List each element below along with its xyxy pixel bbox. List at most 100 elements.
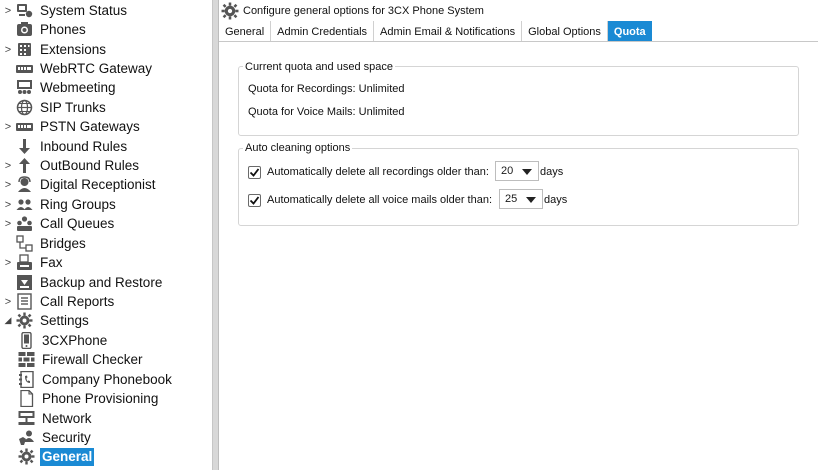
expand-arrow-icon[interactable]: > (2, 214, 14, 233)
tree-item-system-status[interactable]: > System Status (0, 1, 129, 20)
tree-item-network[interactable]: Network (16, 409, 94, 428)
checkmark-icon (249, 168, 260, 177)
backup-icon (14, 273, 34, 292)
tab-bar: General Admin Credentials Admin Email & … (219, 20, 818, 42)
tree-item-phone-provisioning[interactable]: Phone Provisioning (16, 389, 160, 408)
expand-arrow-icon[interactable]: > (2, 175, 14, 194)
delete-voicemails-checkbox[interactable] (248, 194, 261, 207)
tree-item-extensions[interactable]: > Extensions (0, 40, 108, 59)
fax-icon (14, 253, 34, 272)
tab-general[interactable]: General (219, 21, 272, 42)
tree-item-call-reports[interactable]: > Call Reports (0, 292, 116, 311)
tree-item-settings[interactable]: ◢ Settings (0, 311, 91, 330)
tree-item-digital-receptionist[interactable]: > Digital Receptionist (0, 175, 158, 194)
tree-item-firewall-checker[interactable]: Firewall Checker (16, 350, 145, 369)
voicemails-days-select[interactable]: 25 (499, 189, 543, 209)
tree-item-label: Backup and Restore (40, 274, 163, 290)
tree-item-label: Firewall Checker (42, 351, 143, 367)
checkmark-icon (249, 196, 260, 205)
system-status-icon (14, 1, 34, 20)
chevron-down-icon (522, 169, 532, 175)
tab-global-options[interactable]: Global Options (522, 21, 608, 42)
tree-item-webmeeting[interactable]: Webmeeting (0, 78, 118, 97)
expand-arrow-icon[interactable]: > (2, 253, 14, 272)
tab-admin-credentials[interactable]: Admin Credentials (271, 21, 375, 42)
expand-arrow-icon[interactable]: > (2, 156, 14, 175)
navigation-tree: > System Status Phones > Extensions WebR… (0, 0, 212, 470)
tree-item-inbound-rules[interactable]: Inbound Rules (0, 137, 129, 156)
expand-arrow-icon[interactable]: > (2, 40, 14, 59)
tree-item-label: SIP Trunks (40, 99, 106, 115)
tree-item-label: 3CXPhone (42, 332, 108, 348)
expand-arrow-icon[interactable]: > (2, 292, 14, 311)
tree-item-outbound-rules[interactable]: > OutBound Rules (0, 156, 141, 175)
auto-clean-group-legend: Auto cleaning options (243, 142, 353, 154)
quota-groupbox (238, 66, 799, 136)
tree-item-3cxphone[interactable]: 3CXPhone (16, 331, 109, 350)
recordings-days-value: 20 (501, 165, 514, 177)
arrow-up-icon (14, 156, 34, 175)
tree-item-bridges[interactable]: Bridges (0, 234, 88, 253)
tab-divider (219, 41, 818, 42)
expand-arrow-icon[interactable]: > (2, 1, 14, 20)
page-title: Configure general options for 3CX Phone … (243, 5, 484, 17)
globe-icon (14, 98, 34, 117)
firewall-icon (16, 350, 36, 369)
tree-item-sip-trunks[interactable]: SIP Trunks (0, 98, 108, 117)
expand-arrow-icon[interactable]: > (2, 117, 14, 136)
tree-item-fax[interactable]: > Fax (0, 253, 65, 272)
webrtc-gateway-icon (14, 59, 34, 78)
tree-item-security[interactable]: Security (16, 428, 93, 447)
tree-item-general[interactable]: General (16, 447, 95, 466)
tree-item-company-phonebook[interactable]: Company Phonebook (16, 370, 174, 389)
tab-admin-email-notifications[interactable]: Admin Email & Notifications (374, 21, 523, 42)
security-icon (16, 428, 36, 447)
tree-item-label: Webmeeting (40, 79, 116, 95)
tree-item-label: Call Queues (40, 215, 115, 231)
expand-arrow-icon[interactable]: > (2, 195, 14, 214)
tree-item-label: Network (42, 410, 92, 426)
recordings-days-unit: days (540, 166, 564, 178)
quota-recordings-text: Quota for Recordings: Unlimited (248, 83, 405, 95)
tree-item-label: Inbound Rules (40, 138, 128, 154)
phonebook-icon (16, 370, 36, 389)
document-icon (16, 389, 36, 408)
quota-group-legend: Current quota and used space (243, 61, 395, 73)
phone-icon (14, 20, 34, 39)
arrow-down-icon (14, 137, 34, 156)
tree-item-webrtc-gateway[interactable]: WebRTC Gateway (0, 59, 154, 78)
pstn-gateway-icon (14, 117, 34, 136)
delete-recordings-checkbox[interactable] (248, 166, 261, 179)
tree-item-label: Security (42, 429, 91, 445)
bridges-icon (14, 234, 34, 253)
tree-item-call-queues[interactable]: > Call Queues (0, 214, 116, 233)
voicemails-days-value: 25 (505, 193, 518, 205)
main-panel: Configure general options for 3CX Phone … (219, 0, 818, 470)
tree-item-label: General (40, 447, 95, 466)
gear-icon (14, 311, 34, 330)
tree-item-label: Digital Receptionist (40, 176, 156, 192)
delete-voicemails-label: Automatically delete all voice mails old… (267, 194, 493, 206)
tree-item-label: WebRTC Gateway (40, 60, 153, 76)
collapse-arrow-icon[interactable]: ◢ (2, 311, 14, 330)
tree-item-pstn-gateways[interactable]: > PSTN Gateways (0, 117, 142, 136)
tree-item-backup-restore[interactable]: Backup and Restore (0, 273, 164, 292)
webmeeting-icon (14, 78, 34, 97)
sidebar-splitter[interactable] (212, 0, 219, 470)
receptionist-icon (14, 175, 34, 194)
tree-item-label: OutBound Rules (40, 157, 140, 173)
tree-item-ring-groups[interactable]: > Ring Groups (0, 195, 118, 214)
recordings-days-select[interactable]: 20 (495, 161, 539, 181)
tree-item-label: Fax (40, 254, 63, 270)
tree-item-label: Extensions (40, 41, 107, 57)
tree-item-label: Company Phonebook (42, 371, 172, 387)
tab-quota[interactable]: Quota (607, 21, 652, 42)
gear-icon (16, 447, 36, 466)
tree-item-phones[interactable]: Phones (0, 20, 88, 39)
tree-item-label: PSTN Gateways (40, 118, 140, 134)
extensions-icon (14, 40, 34, 59)
gear-icon (221, 2, 239, 20)
chevron-down-icon (526, 197, 536, 203)
mobile-phone-icon (16, 331, 36, 350)
auto-clean-groupbox (238, 148, 799, 226)
